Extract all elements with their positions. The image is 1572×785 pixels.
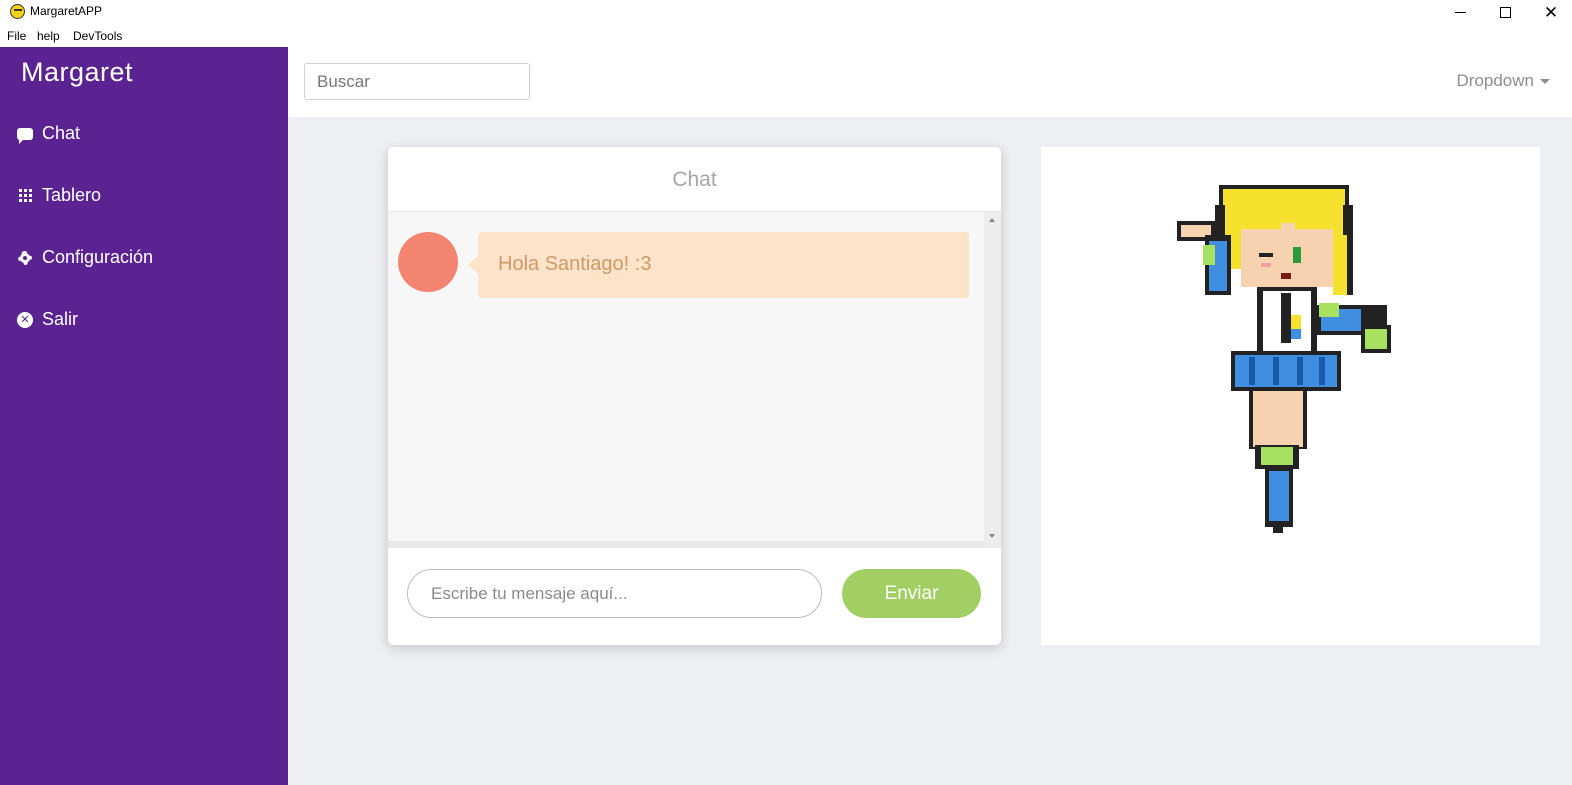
- gear-icon: [16, 249, 34, 267]
- sidebar-item-chat[interactable]: Chat: [16, 123, 80, 144]
- chat-panel: Chat Hola Santiago! :3 Enviar: [388, 147, 1001, 645]
- menu-help[interactable]: help: [37, 29, 60, 43]
- sidebar: Margaret Chat Tablero Configuración ✕ Sa…: [0, 47, 288, 785]
- menu-bar: File help DevTools: [0, 24, 1572, 47]
- maximize-button[interactable]: [1482, 0, 1528, 24]
- horizontal-scrollbar[interactable]: [388, 541, 984, 548]
- avatar: [398, 232, 458, 292]
- chat-bubble-icon: [16, 125, 34, 144]
- grid-icon: [16, 187, 34, 205]
- message-input[interactable]: [407, 569, 822, 618]
- window-title: MargaretAPP: [30, 4, 103, 18]
- sidebar-item-tablero[interactable]: Tablero: [16, 185, 101, 206]
- chat-messages: Hola Santiago! :3: [388, 212, 1001, 548]
- sidebar-item-label: Chat: [42, 123, 81, 143]
- top-bar: Dropdown: [288, 47, 1572, 117]
- search-input[interactable]: [304, 63, 530, 100]
- minimize-button[interactable]: [1437, 0, 1483, 24]
- dropdown-menu[interactable]: Dropdown: [1456, 71, 1550, 91]
- sidebar-item-label: Configuración: [42, 247, 154, 267]
- send-button[interactable]: Enviar: [842, 569, 981, 618]
- close-circle-icon: ✕: [16, 311, 34, 329]
- vertical-scrollbar[interactable]: [984, 212, 1001, 548]
- app-logo-icon: [10, 4, 25, 19]
- character-sprite: [1177, 185, 1391, 533]
- title-bar: MargaretAPP ✕: [0, 0, 1572, 24]
- scroll-down-icon[interactable]: [989, 534, 995, 538]
- sidebar-item-configuracion[interactable]: Configuración: [16, 247, 153, 268]
- chevron-down-icon: [1540, 78, 1550, 84]
- brand-title: Margaret: [21, 57, 134, 87]
- close-icon: ✕: [1543, 2, 1559, 22]
- maximize-icon: [1499, 6, 1511, 18]
- menu-file[interactable]: File: [7, 29, 26, 43]
- sidebar-item-label: Tablero: [42, 185, 102, 205]
- chat-header: Chat: [388, 147, 1001, 212]
- scroll-up-icon[interactable]: [989, 218, 995, 222]
- dropdown-label: Dropdown: [1456, 71, 1535, 90]
- minimize-icon: [1454, 11, 1466, 13]
- character-panel: [1041, 147, 1540, 645]
- sidebar-item-salir[interactable]: ✕ Salir: [16, 309, 78, 330]
- message-bubble: Hola Santiago! :3: [468, 232, 969, 298]
- sidebar-item-label: Salir: [42, 309, 79, 329]
- menu-devtools[interactable]: DevTools: [73, 29, 122, 43]
- close-window-button[interactable]: ✕: [1528, 0, 1572, 24]
